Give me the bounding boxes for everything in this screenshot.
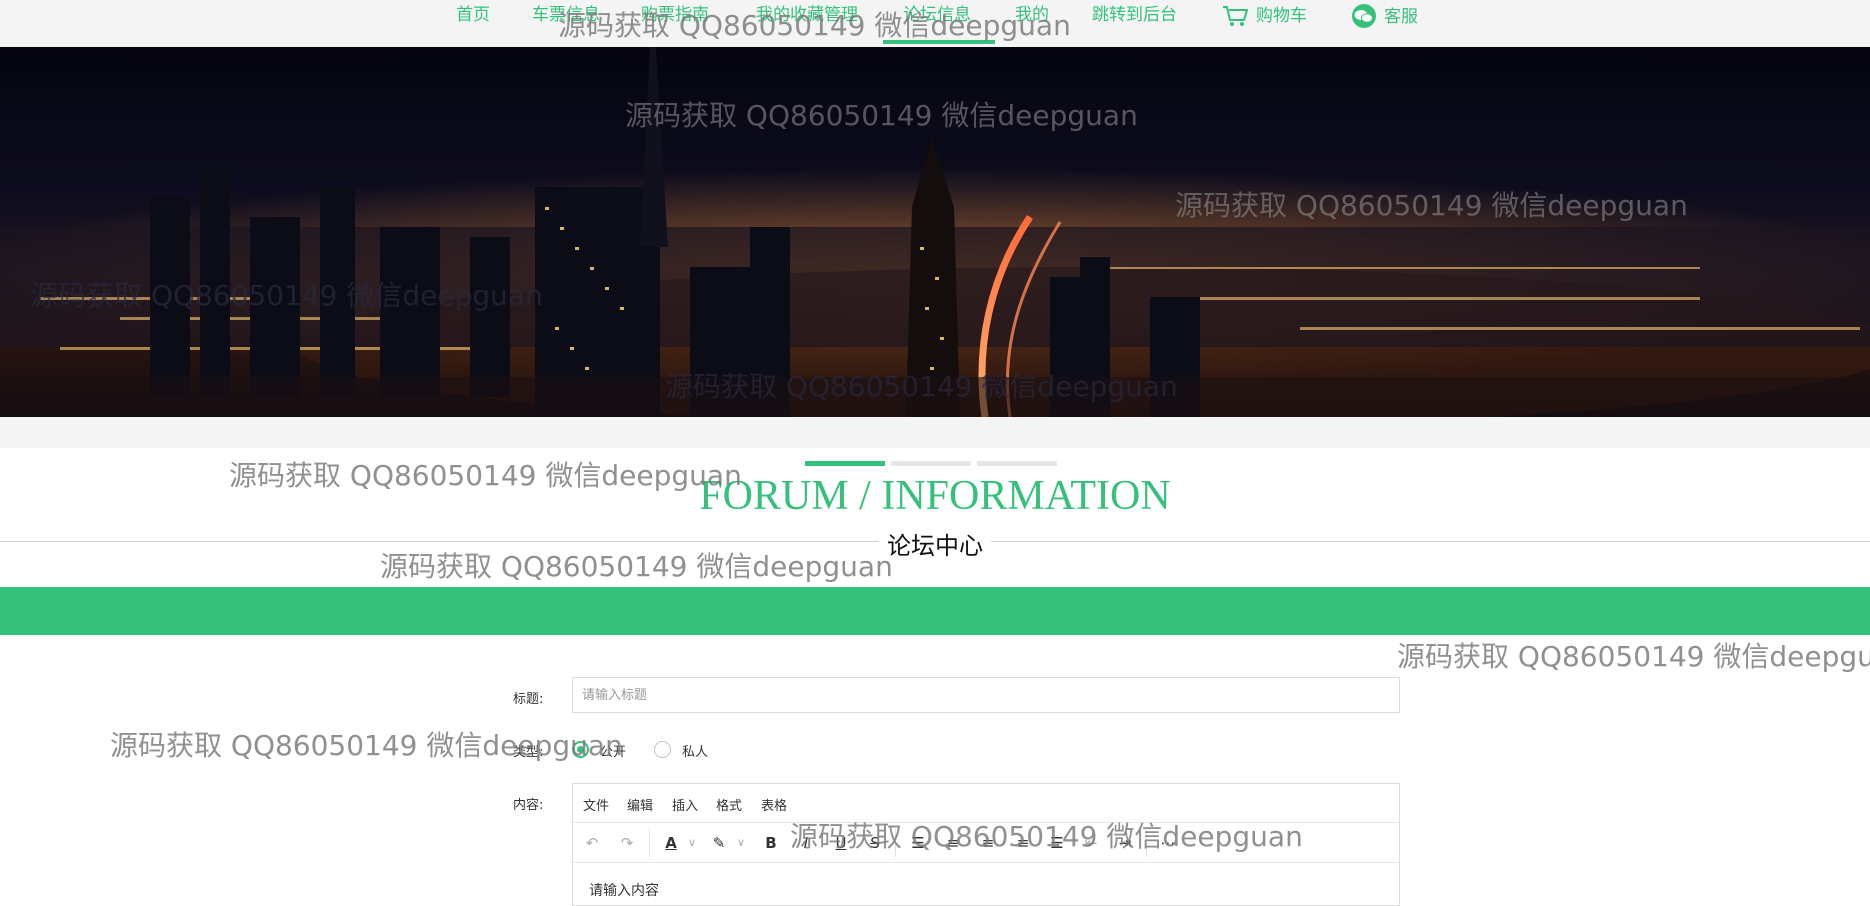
chevron-down-icon[interactable]: ∨	[680, 831, 704, 855]
indent-icon[interactable]: ⇥	[1113, 831, 1137, 855]
redo-icon[interactable]: ↷	[615, 831, 639, 855]
editor-menu-file[interactable]: 文件	[583, 795, 609, 814]
nav-item-cart-label: 购物车	[1256, 6, 1307, 26]
nav-item-forum[interactable]: 论坛信息	[903, 4, 971, 30]
align-left-icon[interactable]: ≡	[941, 831, 965, 855]
radio-private-label[interactable]: 私人	[682, 741, 708, 760]
carousel-dot-3[interactable]	[977, 461, 1057, 466]
editor-menu-table[interactable]: 表格	[761, 795, 787, 814]
bullet-list-icon[interactable]: ☰	[906, 831, 930, 855]
bold-icon[interactable]: B	[759, 831, 783, 855]
city-skyline-illustration	[0, 47, 1870, 417]
watermark-text: 源码获取 QQ86050149 微信deepguan	[1397, 640, 1870, 673]
align-justify-icon[interactable]: ☰	[1045, 831, 1069, 855]
radio-private[interactable]	[654, 741, 671, 758]
toolbar-separator	[649, 829, 650, 857]
editor-menu-format[interactable]: 格式	[716, 795, 742, 814]
radio-public[interactable]	[572, 741, 589, 758]
shopping-cart-icon	[1223, 6, 1248, 26]
nav-item-tickets[interactable]: 车票信息	[532, 4, 600, 30]
wechat-icon	[1352, 4, 1376, 28]
nav-item-backend[interactable]: 跳转到后台	[1092, 4, 1177, 30]
nav-active-indicator	[883, 40, 995, 44]
banner-city-night-image	[0, 47, 1870, 417]
title-input[interactable]	[572, 677, 1400, 713]
align-center-icon[interactable]: ≡	[976, 831, 1000, 855]
more-icon[interactable]: ⋯	[1156, 831, 1180, 855]
radio-public-label[interactable]: 公开	[600, 741, 626, 760]
rich-text-editor: 文件 编辑 插入 格式 表格 ↶ ↷ A ∨ ✎ ∨ B I U S ☰ ≡ ≡…	[572, 783, 1400, 906]
align-right-icon[interactable]: ≡	[1011, 831, 1035, 855]
strikethrough-icon[interactable]: S	[863, 831, 887, 855]
nav-item-guide[interactable]: 购票指南	[641, 4, 709, 30]
highlight-icon[interactable]: ✎	[707, 831, 731, 855]
editor-menu-insert[interactable]: 插入	[672, 795, 698, 814]
editor-menubar: 文件 编辑 插入 格式 表格	[573, 784, 1399, 823]
toolbar-separator	[895, 829, 896, 857]
banner-footer-strip	[0, 417, 1870, 448]
watermark-text: 源码获取 QQ86050149 微信deepguan	[110, 729, 623, 762]
nav-item-favorites[interactable]: 我的收藏管理	[756, 4, 858, 30]
title-label: 标题:	[513, 692, 544, 707]
nav-item-service[interactable]: 客服	[1350, 4, 1418, 30]
toolbar-separator	[1146, 829, 1147, 857]
nav-item-service-label: 客服	[1384, 7, 1418, 27]
carousel-dot-2[interactable]	[891, 461, 971, 466]
nav-item-mine[interactable]: 我的	[1015, 4, 1049, 30]
editor-content-placeholder[interactable]: 请输入内容	[589, 880, 659, 900]
section-subtitle: 论坛中心	[0, 526, 1870, 561]
content-label: 内容:	[513, 798, 544, 813]
green-band	[0, 587, 1870, 635]
italic-icon[interactable]: I	[794, 831, 818, 855]
carousel-dot-1[interactable]	[805, 461, 885, 466]
type-label: 类型:	[513, 745, 544, 760]
undo-icon[interactable]: ↶	[580, 831, 604, 855]
outdent-icon[interactable]: ⇤	[1079, 831, 1103, 855]
top-nav: 首页 车票信息 购票指南 我的收藏管理 论坛信息 我的 跳转到后台 购物车 客服	[0, 0, 1870, 47]
underline-icon[interactable]: U	[829, 831, 853, 855]
section-title: FORUM / INFORMATION	[699, 473, 1171, 519]
nav-item-home[interactable]: 首页	[456, 4, 490, 30]
nav-item-cart[interactable]: 购物车	[1222, 4, 1307, 30]
editor-menu-edit[interactable]: 编辑	[627, 795, 653, 814]
chevron-down-icon[interactable]: ∨	[729, 831, 753, 855]
section-subtitle-text: 论坛中心	[879, 532, 991, 560]
editor-toolbar: ↶ ↷ A ∨ ✎ ∨ B I U S ☰ ≡ ≡ ≡ ☰ ⇤ ⇥ ⋯	[573, 823, 1399, 863]
